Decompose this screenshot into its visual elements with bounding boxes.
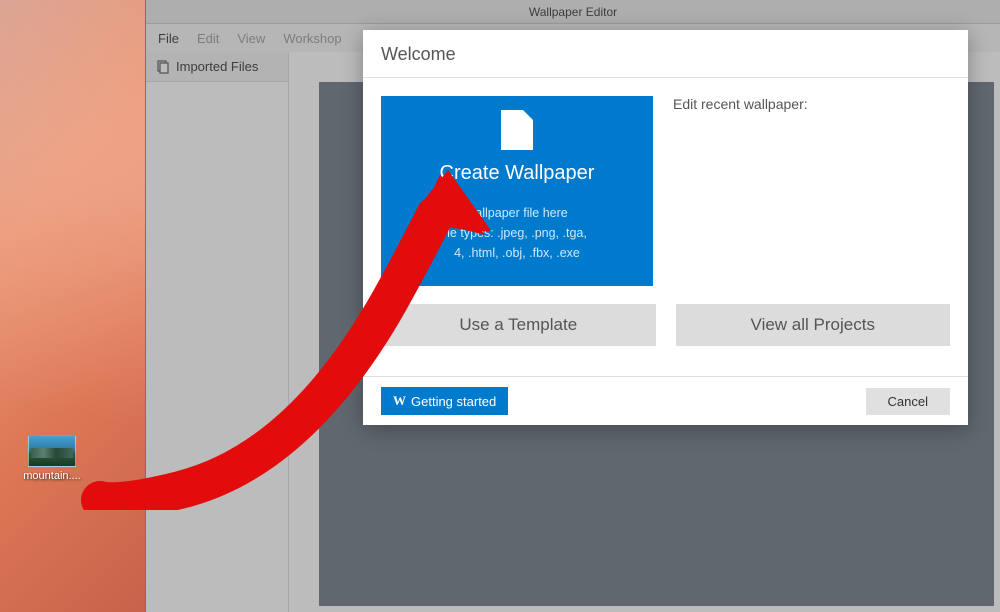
desktop-file-icon[interactable]: mountain....	[22, 435, 82, 482]
getting-started-button[interactable]: W Getting started	[381, 387, 508, 415]
view-all-projects-button[interactable]: View all Projects	[676, 304, 951, 346]
welcome-dialog: Welcome Create Wallpaper wallpaper file …	[363, 30, 968, 425]
button-row: Use a Template View all Projects	[363, 304, 968, 346]
file-label: mountain....	[23, 470, 80, 482]
create-wallpaper-title: Create Wallpaper	[440, 162, 595, 185]
dialog-body: Create Wallpaper wallpaper file here le …	[363, 78, 968, 304]
cancel-button[interactable]: Cancel	[866, 388, 950, 415]
create-wallpaper-subtitle: wallpaper file here le types: .jpeg, .pn…	[447, 203, 587, 263]
recent-column: Edit recent wallpaper:	[673, 96, 950, 286]
recent-label: Edit recent wallpaper:	[673, 96, 950, 112]
dialog-title: Welcome	[363, 30, 968, 78]
wiki-icon: W	[393, 393, 406, 409]
file-thumbnail	[28, 435, 76, 467]
document-icon	[501, 110, 533, 150]
create-wallpaper-card[interactable]: Create Wallpaper wallpaper file here le …	[381, 96, 653, 286]
dialog-footer: W Getting started Cancel	[363, 376, 968, 425]
use-template-button[interactable]: Use a Template	[381, 304, 656, 346]
getting-started-label: Getting started	[411, 394, 496, 409]
